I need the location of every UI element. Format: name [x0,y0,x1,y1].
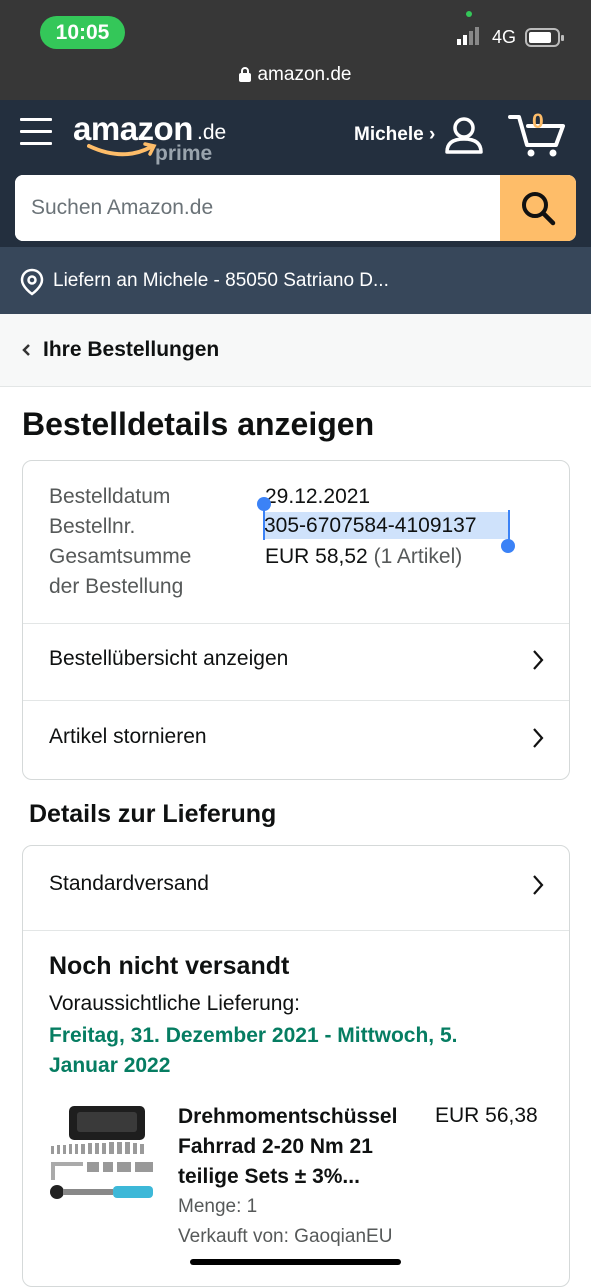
product-title-link[interactable]: Drehmomentschüssel Fahrrad 2-20 Nm 21 te… [178,1102,418,1192]
url-bar[interactable]: amazon.de [0,64,591,86]
estimate-label: Voraussichtliche Lieferung: [49,992,300,1015]
network-label: 4G [492,27,517,47]
search-input[interactable] [15,175,500,241]
order-overview-link[interactable]: Bestellübersicht anzeigen [23,623,569,699]
product-seller: Verkauft von: GaoqianEU [178,1226,393,1247]
delivery-details-title: Details zur Lieferung [29,800,277,828]
delivery-location-bar[interactable]: Liefern an Michele - 85050 Satriano D... [0,247,591,314]
selection-end-handle[interactable] [501,539,515,553]
delivery-details-card: Standardversand Noch nicht versandt Vora… [22,845,570,1287]
product-quantity: Menge: 1 [178,1196,258,1217]
chevron-right-icon [533,875,544,895]
order-total-value: EUR 58,52 (1 Artikel) [265,545,463,568]
account-link[interactable]: Michele › [354,124,435,146]
breadcrumb[interactable]: Ihre Bestellungen [0,314,591,387]
url-text: amazon.de [257,64,352,85]
status-time: 10:05 [40,16,125,49]
page-title: Bestelldetails anzeigen [22,406,375,442]
order-date-label: Bestelldatum [49,485,171,508]
smile-icon [87,142,157,157]
chevron-right-icon [533,650,544,670]
breadcrumb-label: Ihre Bestellungen [43,338,220,361]
cart-count: 0 [532,110,544,133]
menu-icon[interactable] [20,118,52,148]
estimate-date: Freitag, 31. Dezember 2021 - Mittwoch, 5… [49,1024,458,1077]
status-bar: 10:05 4G amazon.de [0,0,591,100]
order-overview-label: Bestellübersicht anzeigen [49,647,289,670]
cancel-items-link[interactable]: Artikel stornieren [23,701,569,777]
divider [23,930,569,931]
chevron-right-icon [533,728,544,748]
order-total-label-1: Gesamtsumme [49,545,192,568]
search-icon [522,192,556,226]
product-price: EUR 56,38 [435,1104,538,1127]
signal-icon [457,27,479,45]
shipping-method-link[interactable]: Standardversand [23,848,569,924]
order-summary-card: Bestelldatum 29.12.2021 Bestellnr. Gesam… [22,460,570,780]
order-number-label: Bestellnr. [49,515,136,538]
mic-indicator [466,11,472,17]
search-bar [15,175,576,241]
battery-icon [525,28,564,47]
chevron-left-icon [22,344,30,356]
shipment-status: Noch nicht versandt [49,952,290,980]
shipping-method-label: Standardversand [49,872,209,895]
home-indicator[interactable] [190,1259,401,1265]
amazon-logo[interactable]: amazon .de prime [73,110,233,170]
person-icon[interactable] [444,115,484,155]
delivery-location-text: Liefern an Michele - 85050 Satriano D... [53,270,389,291]
logo-prime: prime [155,142,213,165]
order-number-value[interactable]: 305-6707584-4109137 [264,514,477,538]
order-date-value: 29.12.2021 [265,485,371,508]
search-button[interactable] [500,175,576,241]
order-total-label-2: der Bestellung [49,575,184,598]
product-image[interactable] [47,1104,157,1204]
lock-icon [239,67,252,82]
location-pin-icon [20,268,44,296]
cancel-items-label: Artikel stornieren [49,725,207,748]
selection-start-handle[interactable] [257,497,271,511]
